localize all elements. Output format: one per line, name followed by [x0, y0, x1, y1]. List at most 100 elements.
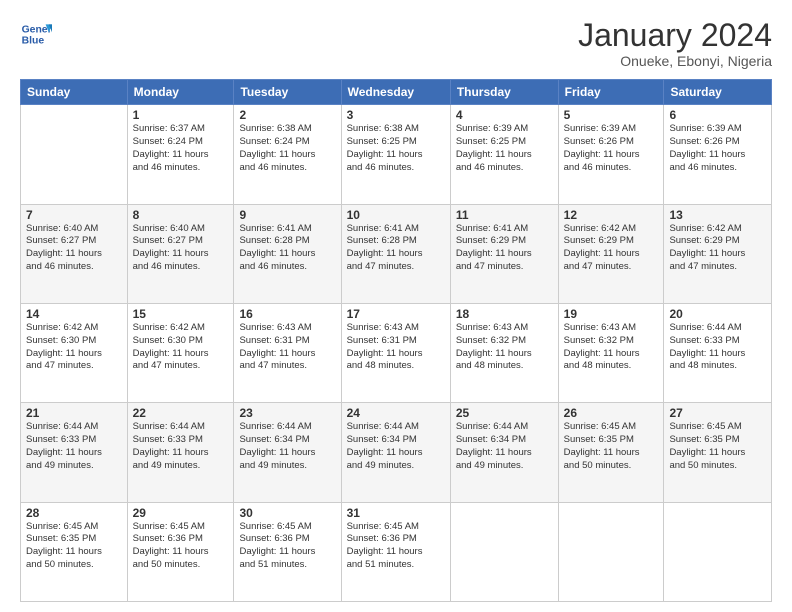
- day-info: Sunrise: 6:45 AM Sunset: 6:35 PM Dayligh…: [26, 521, 122, 572]
- week-row-3: 14Sunrise: 6:42 AM Sunset: 6:30 PM Dayli…: [21, 303, 772, 402]
- weekday-header-sunday: Sunday: [21, 80, 128, 105]
- calendar-cell: 7Sunrise: 6:40 AM Sunset: 6:27 PM Daylig…: [21, 204, 128, 303]
- day-info: Sunrise: 6:45 AM Sunset: 6:35 PM Dayligh…: [564, 421, 659, 472]
- day-info: Sunrise: 6:45 AM Sunset: 6:35 PM Dayligh…: [669, 421, 766, 472]
- calendar-cell: [558, 502, 664, 601]
- day-info: Sunrise: 6:40 AM Sunset: 6:27 PM Dayligh…: [133, 223, 229, 274]
- day-number: 24: [347, 406, 445, 420]
- day-info: Sunrise: 6:44 AM Sunset: 6:33 PM Dayligh…: [133, 421, 229, 472]
- day-info: Sunrise: 6:44 AM Sunset: 6:34 PM Dayligh…: [456, 421, 553, 472]
- calendar-cell: 30Sunrise: 6:45 AM Sunset: 6:36 PM Dayli…: [234, 502, 341, 601]
- calendar-cell: 18Sunrise: 6:43 AM Sunset: 6:32 PM Dayli…: [450, 303, 558, 402]
- day-number: 26: [564, 406, 659, 420]
- day-info: Sunrise: 6:39 AM Sunset: 6:25 PM Dayligh…: [456, 123, 553, 174]
- calendar-cell: 20Sunrise: 6:44 AM Sunset: 6:33 PM Dayli…: [664, 303, 772, 402]
- day-number: 2: [239, 108, 335, 122]
- day-number: 21: [26, 406, 122, 420]
- day-number: 11: [456, 208, 553, 222]
- calendar-cell: 15Sunrise: 6:42 AM Sunset: 6:30 PM Dayli…: [127, 303, 234, 402]
- calendar-cell: 11Sunrise: 6:41 AM Sunset: 6:29 PM Dayli…: [450, 204, 558, 303]
- day-number: 17: [347, 307, 445, 321]
- day-number: 6: [669, 108, 766, 122]
- weekday-header-row: SundayMondayTuesdayWednesdayThursdayFrid…: [21, 80, 772, 105]
- logo: General Blue: [20, 18, 52, 50]
- calendar-cell: 5Sunrise: 6:39 AM Sunset: 6:26 PM Daylig…: [558, 105, 664, 204]
- day-info: Sunrise: 6:41 AM Sunset: 6:28 PM Dayligh…: [347, 223, 445, 274]
- day-info: Sunrise: 6:39 AM Sunset: 6:26 PM Dayligh…: [564, 123, 659, 174]
- calendar-cell: [664, 502, 772, 601]
- day-number: 13: [669, 208, 766, 222]
- day-info: Sunrise: 6:42 AM Sunset: 6:29 PM Dayligh…: [669, 223, 766, 274]
- weekday-header-monday: Monday: [127, 80, 234, 105]
- day-info: Sunrise: 6:44 AM Sunset: 6:34 PM Dayligh…: [239, 421, 335, 472]
- day-number: 28: [26, 506, 122, 520]
- week-row-5: 28Sunrise: 6:45 AM Sunset: 6:35 PM Dayli…: [21, 502, 772, 601]
- calendar-cell: 26Sunrise: 6:45 AM Sunset: 6:35 PM Dayli…: [558, 403, 664, 502]
- day-info: Sunrise: 6:43 AM Sunset: 6:31 PM Dayligh…: [347, 322, 445, 373]
- calendar-cell: 16Sunrise: 6:43 AM Sunset: 6:31 PM Dayli…: [234, 303, 341, 402]
- weekday-header-thursday: Thursday: [450, 80, 558, 105]
- week-row-1: 1Sunrise: 6:37 AM Sunset: 6:24 PM Daylig…: [21, 105, 772, 204]
- calendar-cell: [450, 502, 558, 601]
- day-number: 16: [239, 307, 335, 321]
- title-area: January 2024 Onueke, Ebonyi, Nigeria: [578, 18, 772, 69]
- month-title: January 2024: [578, 18, 772, 53]
- day-number: 31: [347, 506, 445, 520]
- weekday-header-tuesday: Tuesday: [234, 80, 341, 105]
- calendar-cell: 21Sunrise: 6:44 AM Sunset: 6:33 PM Dayli…: [21, 403, 128, 502]
- day-number: 22: [133, 406, 229, 420]
- weekday-header-saturday: Saturday: [664, 80, 772, 105]
- day-info: Sunrise: 6:42 AM Sunset: 6:30 PM Dayligh…: [133, 322, 229, 373]
- calendar-cell: 9Sunrise: 6:41 AM Sunset: 6:28 PM Daylig…: [234, 204, 341, 303]
- header: General Blue January 2024 Onueke, Ebonyi…: [20, 18, 772, 69]
- day-number: 10: [347, 208, 445, 222]
- calendar-cell: [21, 105, 128, 204]
- calendar-cell: 31Sunrise: 6:45 AM Sunset: 6:36 PM Dayli…: [341, 502, 450, 601]
- day-number: 4: [456, 108, 553, 122]
- day-info: Sunrise: 6:43 AM Sunset: 6:32 PM Dayligh…: [564, 322, 659, 373]
- calendar-cell: 12Sunrise: 6:42 AM Sunset: 6:29 PM Dayli…: [558, 204, 664, 303]
- svg-text:Blue: Blue: [22, 36, 45, 47]
- calendar-cell: 23Sunrise: 6:44 AM Sunset: 6:34 PM Dayli…: [234, 403, 341, 502]
- calendar-cell: 10Sunrise: 6:41 AM Sunset: 6:28 PM Dayli…: [341, 204, 450, 303]
- calendar-cell: 22Sunrise: 6:44 AM Sunset: 6:33 PM Dayli…: [127, 403, 234, 502]
- day-info: Sunrise: 6:44 AM Sunset: 6:34 PM Dayligh…: [347, 421, 445, 472]
- day-info: Sunrise: 6:40 AM Sunset: 6:27 PM Dayligh…: [26, 223, 122, 274]
- day-info: Sunrise: 6:41 AM Sunset: 6:28 PM Dayligh…: [239, 223, 335, 274]
- day-number: 29: [133, 506, 229, 520]
- calendar-cell: 1Sunrise: 6:37 AM Sunset: 6:24 PM Daylig…: [127, 105, 234, 204]
- day-number: 15: [133, 307, 229, 321]
- calendar-cell: 4Sunrise: 6:39 AM Sunset: 6:25 PM Daylig…: [450, 105, 558, 204]
- day-number: 12: [564, 208, 659, 222]
- day-number: 18: [456, 307, 553, 321]
- calendar-cell: 13Sunrise: 6:42 AM Sunset: 6:29 PM Dayli…: [664, 204, 772, 303]
- day-number: 23: [239, 406, 335, 420]
- day-number: 8: [133, 208, 229, 222]
- calendar-cell: 27Sunrise: 6:45 AM Sunset: 6:35 PM Dayli…: [664, 403, 772, 502]
- day-number: 9: [239, 208, 335, 222]
- day-info: Sunrise: 6:41 AM Sunset: 6:29 PM Dayligh…: [456, 223, 553, 274]
- weekday-header-friday: Friday: [558, 80, 664, 105]
- day-info: Sunrise: 6:44 AM Sunset: 6:33 PM Dayligh…: [26, 421, 122, 472]
- day-info: Sunrise: 6:38 AM Sunset: 6:25 PM Dayligh…: [347, 123, 445, 174]
- calendar-cell: 2Sunrise: 6:38 AM Sunset: 6:24 PM Daylig…: [234, 105, 341, 204]
- day-info: Sunrise: 6:45 AM Sunset: 6:36 PM Dayligh…: [347, 521, 445, 572]
- day-info: Sunrise: 6:42 AM Sunset: 6:29 PM Dayligh…: [564, 223, 659, 274]
- week-row-2: 7Sunrise: 6:40 AM Sunset: 6:27 PM Daylig…: [21, 204, 772, 303]
- day-info: Sunrise: 6:45 AM Sunset: 6:36 PM Dayligh…: [239, 521, 335, 572]
- calendar-cell: 28Sunrise: 6:45 AM Sunset: 6:35 PM Dayli…: [21, 502, 128, 601]
- calendar-cell: 3Sunrise: 6:38 AM Sunset: 6:25 PM Daylig…: [341, 105, 450, 204]
- day-info: Sunrise: 6:45 AM Sunset: 6:36 PM Dayligh…: [133, 521, 229, 572]
- day-info: Sunrise: 6:42 AM Sunset: 6:30 PM Dayligh…: [26, 322, 122, 373]
- day-number: 5: [564, 108, 659, 122]
- day-number: 27: [669, 406, 766, 420]
- day-number: 14: [26, 307, 122, 321]
- day-info: Sunrise: 6:37 AM Sunset: 6:24 PM Dayligh…: [133, 123, 229, 174]
- calendar-cell: 24Sunrise: 6:44 AM Sunset: 6:34 PM Dayli…: [341, 403, 450, 502]
- day-info: Sunrise: 6:43 AM Sunset: 6:32 PM Dayligh…: [456, 322, 553, 373]
- calendar-cell: 29Sunrise: 6:45 AM Sunset: 6:36 PM Dayli…: [127, 502, 234, 601]
- day-number: 20: [669, 307, 766, 321]
- calendar-cell: 14Sunrise: 6:42 AM Sunset: 6:30 PM Dayli…: [21, 303, 128, 402]
- calendar-cell: 19Sunrise: 6:43 AM Sunset: 6:32 PM Dayli…: [558, 303, 664, 402]
- calendar-cell: 17Sunrise: 6:43 AM Sunset: 6:31 PM Dayli…: [341, 303, 450, 402]
